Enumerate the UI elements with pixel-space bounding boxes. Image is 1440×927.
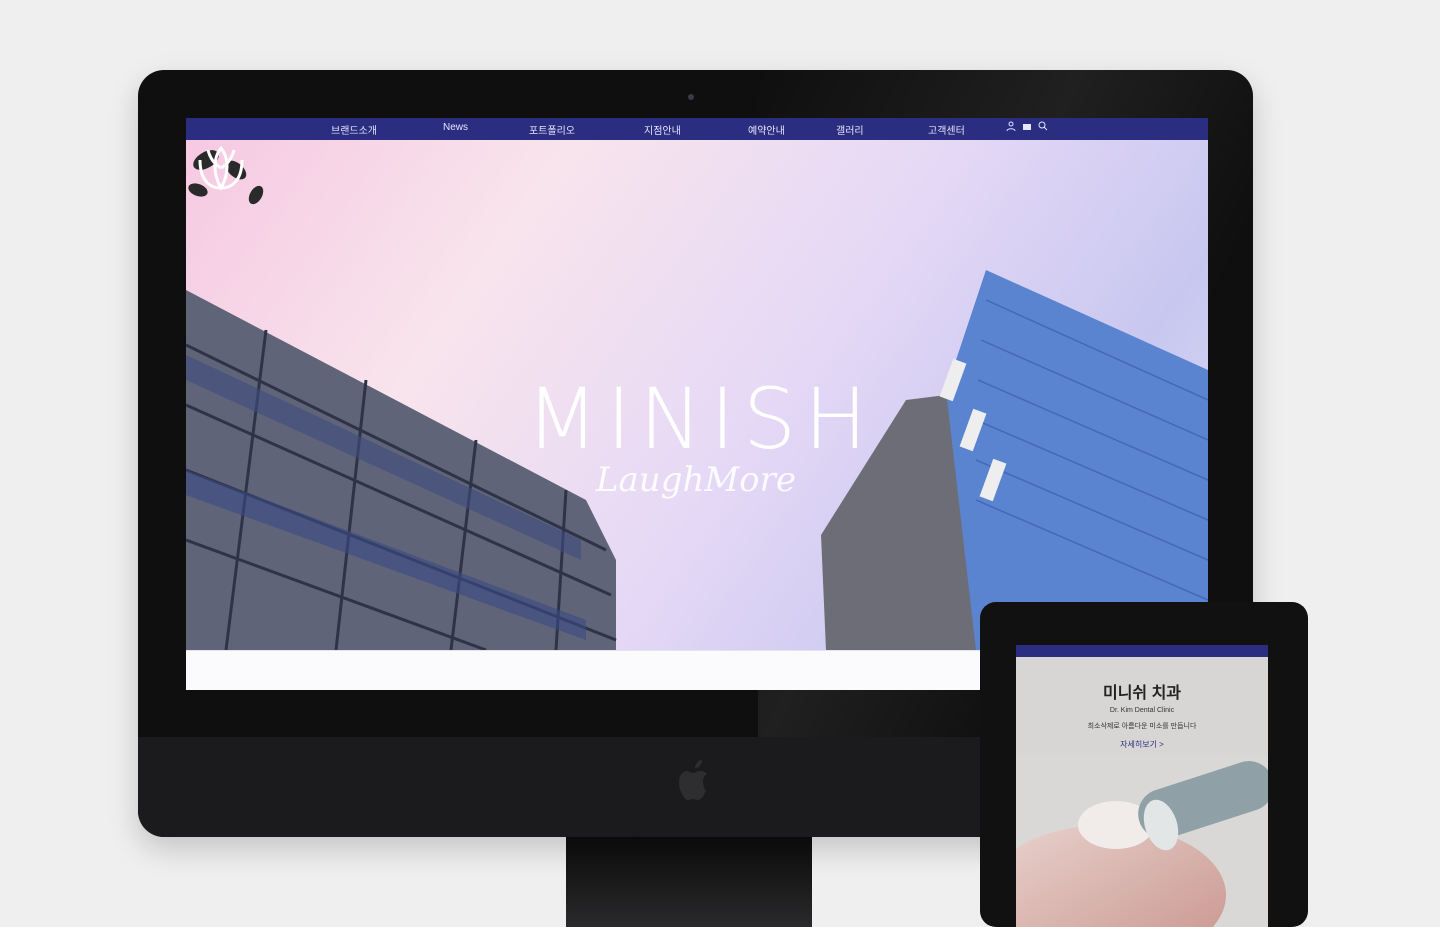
apple-logo-icon	[679, 760, 707, 800]
tablet-screen: 미니쉬 치과 Dr. Kim Dental Clinic 최소삭제로 아름다운 …	[1016, 645, 1268, 927]
tablet-title: 미니쉬 치과	[1102, 685, 1182, 702]
hero-banner: MINISH LaughMore	[186, 140, 1208, 650]
tablet-subtitle-1: Dr. Kim Dental Clinic	[1109, 707, 1175, 714]
tablet-dental-photo	[1016, 755, 1268, 927]
search-icon[interactable]	[1038, 121, 1048, 131]
cart-icon[interactable]	[1022, 121, 1032, 131]
user-icon[interactable]	[1006, 121, 1016, 131]
tablet-subtitle-2: 최소삭제로 아름다운 미소를 만듭니다	[1087, 723, 1197, 730]
top-nav: 브랜드소개 News 포트폴리오 지점안내 예약안내 갤러리 고객센터	[186, 118, 1208, 140]
nav-icon-group	[1006, 121, 1048, 131]
nav-item-branches[interactable]: 지점안내	[644, 122, 681, 137]
camera-dot	[688, 94, 694, 100]
nav-item-portfolio[interactable]: 포트폴리오	[529, 122, 575, 137]
nav-item-reservation[interactable]: 예약안내	[748, 122, 785, 137]
tablet-more-link[interactable]: 자세히보기 >	[1016, 739, 1268, 750]
tablet-nav-bar	[1016, 645, 1268, 657]
brand-wordmark: MINISH	[526, 370, 876, 468]
nav-item-news[interactable]: News	[443, 122, 468, 133]
nav-item-brand[interactable]: 브랜드소개	[331, 122, 377, 137]
nav-item-support[interactable]: 고객센터	[928, 122, 965, 137]
imac-stand	[566, 837, 812, 927]
nav-item-gallery[interactable]: 갤러리	[836, 122, 864, 137]
tulip-logo-icon	[198, 145, 244, 192]
brand-tagline: LaughMore	[595, 460, 797, 500]
